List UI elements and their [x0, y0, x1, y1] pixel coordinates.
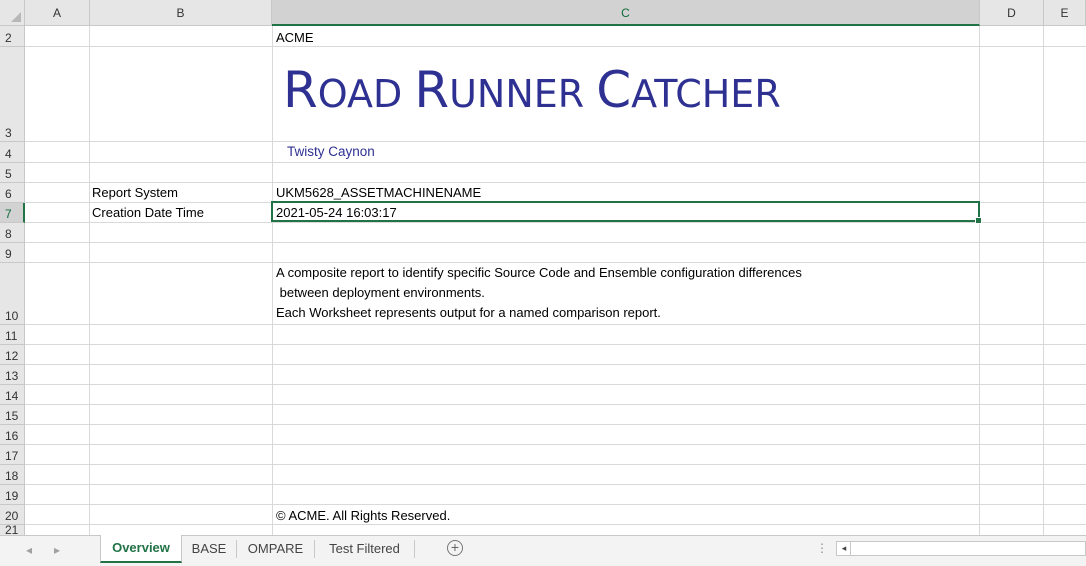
active-cell-selection[interactable] — [271, 201, 982, 224]
tab-overview[interactable]: Overview — [100, 535, 182, 563]
grid-row — [25, 26, 1086, 47]
row-header-15[interactable]: 15 — [0, 405, 25, 425]
tab-test-filtered[interactable]: Test Filtered — [315, 540, 415, 558]
grid-row — [25, 243, 1086, 263]
grid-row — [25, 183, 1086, 203]
spreadsheet-grid[interactable]: A B C D E 2 3 4 5 6 7 8 9 10 11 12 13 14… — [0, 0, 1086, 535]
cell-c20-copyright[interactable]: © ACME. All Rights Reserved. — [276, 508, 450, 524]
row-header-3[interactable]: 3 — [0, 47, 25, 142]
row-header-12[interactable]: 12 — [0, 345, 25, 365]
cell-c10-line[interactable]: A composite report to identify specific … — [276, 265, 802, 281]
grid-row — [25, 505, 1086, 525]
row-header-9[interactable]: 9 — [0, 243, 25, 263]
title-initial: R — [414, 61, 450, 119]
row-header-8[interactable]: 8 — [0, 223, 25, 243]
title-rest: UNNER — [449, 72, 597, 116]
horizontal-scrollbar[interactable]: ◂ — [836, 541, 1086, 556]
row-header-2[interactable]: 2 — [0, 26, 25, 47]
cell-b7[interactable]: Creation Date Time — [92, 205, 204, 221]
row-header-19[interactable]: 19 — [0, 485, 25, 505]
grid-row — [25, 465, 1086, 485]
row-header-18[interactable]: 18 — [0, 465, 25, 485]
row-header-20[interactable]: 20 — [0, 505, 25, 525]
grid-column-line — [272, 26, 273, 535]
column-header-b[interactable]: B — [90, 0, 272, 26]
row-header-13[interactable]: 13 — [0, 365, 25, 385]
row-header-6[interactable]: 6 — [0, 183, 25, 203]
grid-column-line — [979, 26, 980, 535]
grid-row — [25, 345, 1086, 365]
row-header-16[interactable]: 16 — [0, 425, 25, 445]
select-all-corner[interactable] — [0, 0, 25, 26]
grid-row — [25, 425, 1086, 445]
cell-c2[interactable]: ACME — [276, 30, 314, 46]
grid-column-line — [89, 26, 90, 535]
tab-ompare[interactable]: OMPARE — [237, 540, 315, 558]
title-rest: ATCHER — [631, 72, 781, 116]
more-options-icon[interactable]: ⋮ — [816, 541, 828, 555]
title-initial: R — [283, 61, 318, 119]
row-header-21[interactable]: 21 — [0, 524, 25, 535]
row-header-5[interactable]: 5 — [0, 163, 25, 183]
cell-c4-subtitle[interactable]: Twisty Caynon — [287, 144, 375, 160]
grid-row — [25, 385, 1086, 405]
column-header-d[interactable]: D — [980, 0, 1044, 26]
row-header-7[interactable]: 7 — [0, 203, 25, 223]
add-sheet-icon[interactable]: + — [447, 540, 463, 556]
grid-row — [25, 445, 1086, 465]
grid-row — [25, 405, 1086, 425]
tab-base[interactable]: BASE — [182, 540, 237, 558]
column-header-a[interactable]: A — [25, 0, 90, 26]
report-title[interactable]: ROAD RUNNER CATCHER — [283, 60, 781, 124]
grid-row — [25, 365, 1086, 385]
row-header-11[interactable]: 11 — [0, 325, 25, 345]
column-header-e[interactable]: E — [1044, 0, 1086, 26]
next-sheet-icon[interactable]: ▸ — [54, 543, 60, 557]
grid-row — [25, 142, 1086, 163]
title-initial: C — [596, 61, 632, 119]
sheet-tab-bar: ◂ ▸ Overview BASE OMPARE Test Filtered +… — [0, 535, 1086, 566]
grid-row — [25, 163, 1086, 183]
grid-row — [25, 325, 1086, 345]
grid-row — [25, 223, 1086, 243]
cell-c10-line[interactable]: Each Worksheet represents output for a n… — [276, 305, 661, 321]
grid-row — [25, 485, 1086, 505]
grid-column-line — [1043, 26, 1044, 535]
previous-sheet-icon[interactable]: ◂ — [26, 543, 32, 557]
row-header-14[interactable]: 14 — [0, 385, 25, 405]
cell-b6[interactable]: Report System — [92, 185, 178, 201]
row-header-17[interactable]: 17 — [0, 445, 25, 465]
scroll-left-icon[interactable]: ◂ — [838, 542, 851, 555]
row-header-4[interactable]: 4 — [0, 142, 25, 163]
column-header-c[interactable]: C — [272, 0, 980, 26]
title-rest: OAD — [317, 72, 415, 116]
cell-c10-line[interactable]: between deployment environments. — [276, 285, 485, 301]
row-header-10[interactable]: 10 — [0, 263, 25, 325]
cell-c6[interactable]: UKM5628_ASSETMACHINENAME — [276, 185, 481, 201]
